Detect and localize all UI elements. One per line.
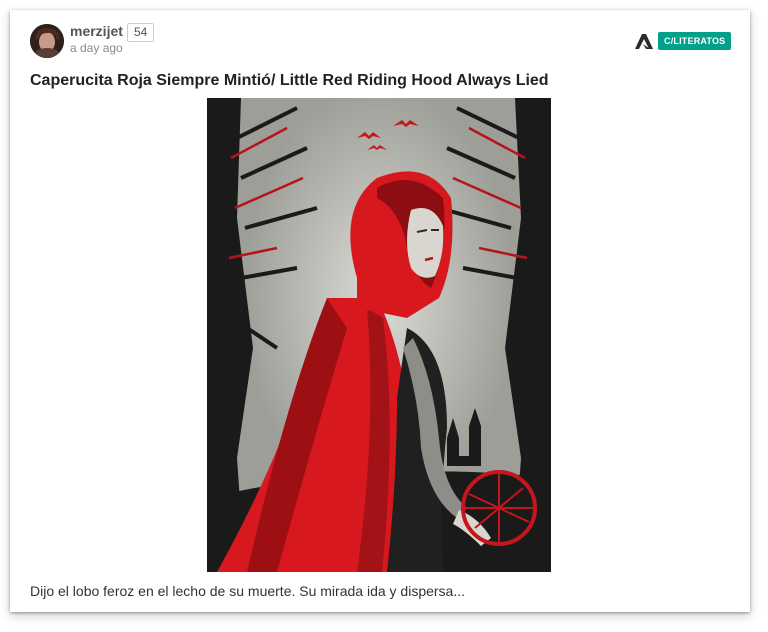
community-logo-icon[interactable]	[634, 32, 654, 50]
post-excerpt: Dijo el lobo feroz en el lecho de su mue…	[30, 583, 466, 599]
author-name[interactable]: merzijet	[70, 23, 123, 39]
post-timestamp: a day ago	[70, 41, 123, 55]
karma-badge: 54	[127, 23, 155, 42]
post-image[interactable]	[207, 98, 551, 572]
post-card[interactable]: merzijet 54 a day ago C/LITERATOS Caperu…	[10, 10, 750, 612]
community-tag[interactable]: C/LITERATOS	[658, 32, 732, 50]
post-title[interactable]: Caperucita Roja Siempre Mintió/ Little R…	[30, 72, 549, 90]
author-avatar[interactable]	[30, 24, 64, 58]
